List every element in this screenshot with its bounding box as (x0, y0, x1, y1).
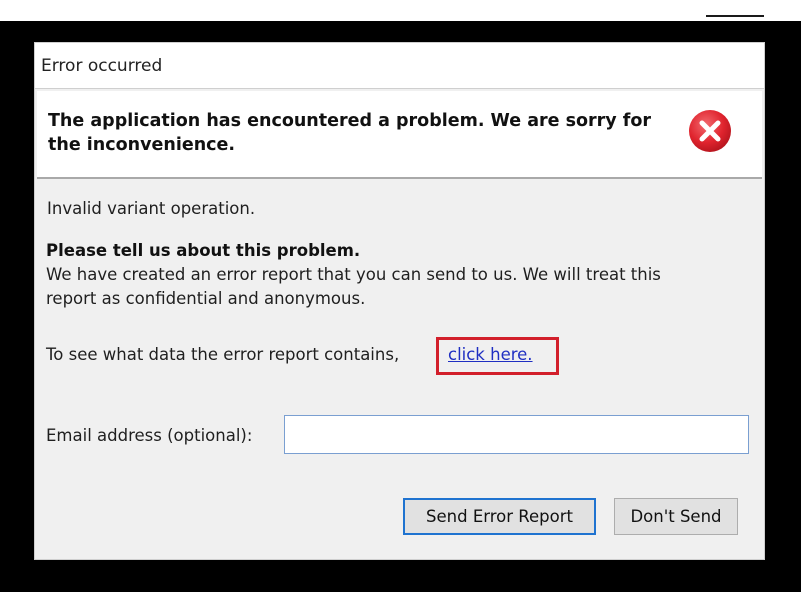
error-dialog: Error occurred The application has encou… (34, 42, 765, 560)
click-here-link[interactable]: click here. (448, 345, 533, 364)
dialog-title: Error occurred (41, 56, 163, 76)
send-error-report-button[interactable]: Send Error Report (403, 498, 596, 535)
highlight-box: click here. (436, 337, 559, 375)
error-message: Invalid variant operation. (47, 199, 256, 218)
header-message: The application has encountered a proble… (48, 111, 652, 155)
header-panel: The application has encountered a proble… (37, 91, 762, 179)
error-icon (689, 110, 731, 152)
dont-send-button[interactable]: Don't Send (614, 498, 738, 535)
report-description-line-2: report as confidential and anonymous. (46, 289, 366, 308)
tell-us-heading: Please tell us about this problem. (46, 241, 361, 260)
email-input[interactable] (284, 415, 749, 454)
email-label: Email address (optional): (46, 426, 253, 445)
underline-fragment (706, 15, 764, 17)
report-description-line-1: We have created an error report that you… (46, 265, 661, 284)
dialog-titlebar: Error occurred (35, 43, 764, 89)
see-data-text: To see what data the error report contai… (46, 345, 400, 364)
background-strip (0, 0, 801, 21)
